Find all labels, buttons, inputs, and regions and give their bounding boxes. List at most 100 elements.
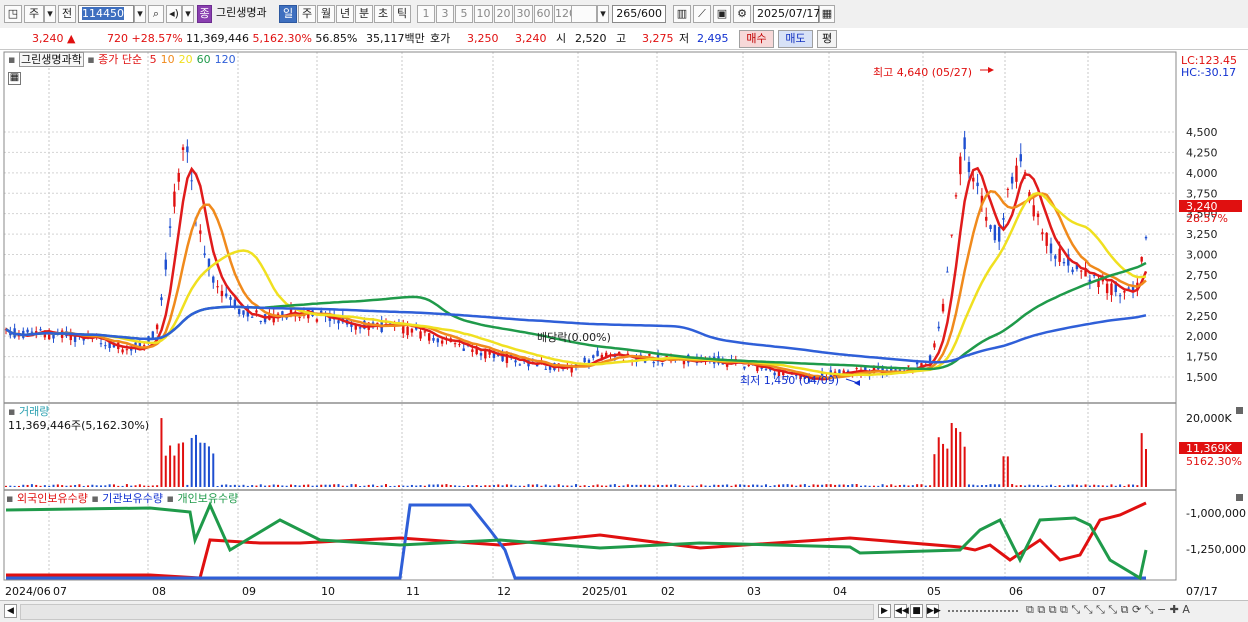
candle — [976, 182, 979, 187]
volume-bar — [48, 485, 51, 487]
period-6-button[interactable]: 틱 — [393, 5, 411, 23]
rewind-icon[interactable]: ◀◀ — [894, 604, 909, 618]
volume-pct-tag: 5162.30% — [1186, 455, 1242, 468]
volume-bar — [290, 484, 292, 487]
line-tool-icon[interactable]: ⟋ — [693, 5, 711, 23]
volume-bar — [39, 485, 42, 487]
stock-tag[interactable]: 그린생명과학 — [18, 52, 84, 67]
speaker-dropdown-icon[interactable]: ▾ — [182, 5, 194, 23]
table-icon[interactable]: ▦ — [8, 72, 21, 85]
volume-bar — [367, 484, 370, 487]
candle — [99, 343, 103, 345]
horizontal-scrollbar[interactable] — [20, 604, 874, 620]
volume-bar — [87, 485, 90, 487]
market-select[interactable]: 주 — [24, 5, 44, 23]
volume-bar — [557, 484, 560, 487]
candle — [1105, 283, 1109, 294]
candle — [1144, 236, 1148, 239]
period-5-button[interactable]: 초 — [374, 5, 392, 23]
window-menu-icon[interactable]: ◳ — [4, 5, 22, 23]
volume-bar — [372, 484, 375, 487]
volume-bar — [687, 485, 690, 487]
candle — [479, 353, 483, 356]
speaker-icon[interactable]: ◂) — [166, 5, 182, 23]
y-tick-label: 2,750 — [1186, 269, 1218, 282]
volume-bar — [423, 485, 426, 487]
interval-1-button[interactable]: 3 — [436, 5, 454, 23]
candle — [855, 368, 858, 370]
volume-bar — [1071, 484, 1074, 487]
scroll-right-icon[interactable]: ▶ — [878, 604, 891, 618]
interval-dropdown-icon[interactable]: ▾ — [597, 5, 609, 23]
y-tick-label: 3,000 — [1186, 249, 1218, 262]
buy-button[interactable]: 매수 — [739, 30, 774, 48]
interval-custom-field[interactable] — [571, 5, 597, 23]
hoga-label: 호가 — [430, 32, 451, 45]
candle — [764, 368, 768, 370]
candle — [1058, 248, 1061, 262]
period-4-button[interactable]: 분 — [355, 5, 373, 23]
period-2-button[interactable]: 월 — [317, 5, 335, 23]
interval-3-button[interactable]: 10 — [474, 5, 493, 23]
volume-bar — [911, 485, 914, 487]
period-0-button[interactable]: 일 — [279, 5, 297, 23]
volume-bar — [894, 485, 897, 487]
x-axis-label: 05 — [927, 585, 941, 598]
interval-0-button[interactable]: 1 — [417, 5, 435, 23]
volume-bar — [281, 485, 284, 487]
gear-icon[interactable]: ⚙ — [733, 5, 751, 23]
volume-bar — [454, 485, 457, 487]
volume-bar — [652, 485, 655, 487]
volume-bar — [380, 485, 383, 487]
volume-bar — [462, 485, 465, 487]
date-field[interactable]: 2025/07/17 — [753, 5, 820, 23]
search-icon[interactable]: ⌕ — [148, 5, 164, 23]
volume-bar — [726, 484, 729, 487]
interval-4-button[interactable]: 20 — [494, 5, 513, 23]
candle — [298, 317, 301, 319]
candle — [514, 360, 517, 363]
volume-bar — [864, 485, 867, 487]
volume-bar — [311, 485, 314, 487]
candle — [682, 360, 686, 365]
interval-6-button[interactable]: 60 — [534, 5, 553, 23]
volume-bar — [976, 485, 979, 487]
fast-forward-icon[interactable]: ▶▶ — [926, 604, 941, 618]
holding-legend: ▪ 외국인보유수량 ▪ 기관보유수량 ▪ 개인보유수량 — [6, 492, 239, 505]
eval-button[interactable]: 평 — [817, 30, 837, 48]
save-icon[interactable]: ▣ — [713, 5, 731, 23]
volume-bar — [777, 484, 780, 487]
scroll-left-icon[interactable]: ◀ — [4, 604, 17, 618]
chart-area[interactable]: 4,5004,2504,0003,7503,5003,2503,0002,750… — [0, 50, 1248, 600]
change-value: 720 — [107, 32, 128, 45]
interval-5-button[interactable]: 30 — [514, 5, 533, 23]
market-dropdown-icon[interactable]: ▾ — [44, 5, 56, 23]
zoom-slider[interactable] — [948, 610, 1018, 612]
volume-bar — [566, 485, 569, 487]
count-field[interactable]: 265/600 — [612, 5, 666, 23]
candle-type-icon[interactable]: ▥ — [673, 5, 691, 23]
candle — [544, 368, 547, 370]
volume-bar — [635, 484, 638, 487]
period-1-button[interactable]: 주 — [298, 5, 316, 23]
candle — [151, 331, 155, 339]
volume-bar — [786, 484, 789, 487]
period-3-button[interactable]: 년 — [336, 5, 354, 23]
volume-bar — [363, 485, 366, 487]
calendar-icon[interactable]: ▦ — [819, 5, 835, 23]
volume-bar — [117, 485, 120, 487]
x-axis-label: 2025/01 — [582, 585, 628, 598]
hoga-ask: 3,250 — [467, 32, 499, 45]
stop-icon[interactable]: ■ — [910, 604, 923, 618]
interval-2-button[interactable]: 5 — [455, 5, 473, 23]
code-dropdown-icon[interactable]: ▾ — [134, 5, 146, 23]
stock-code-input[interactable]: 114450 — [78, 5, 134, 23]
sell-button[interactable]: 매도 — [778, 30, 813, 48]
drawing-tools[interactable]: ⧉ ⧉ ⧉ ⧉ ⤡ ⤡ ⤡ ⤡ ⧉ ⟳ ⤡ − ✚ A — [1026, 603, 1190, 617]
prev-button[interactable]: 전 — [58, 5, 76, 23]
candle — [937, 326, 940, 329]
candle — [1006, 188, 1010, 190]
volume-bar — [596, 484, 599, 487]
volume-bar — [1054, 485, 1057, 487]
volume-bar — [74, 484, 77, 487]
